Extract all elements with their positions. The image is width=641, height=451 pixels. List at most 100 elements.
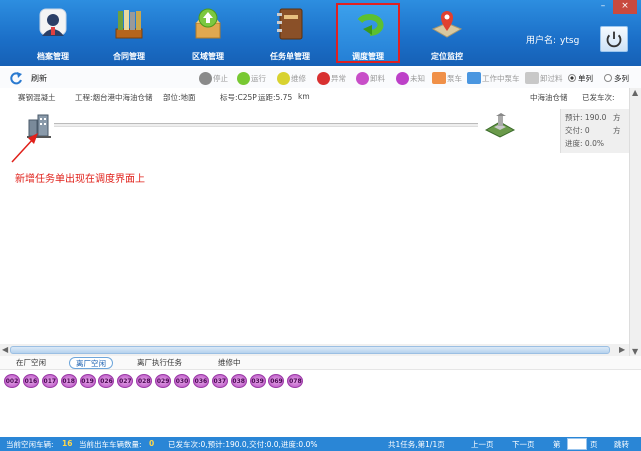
scrollbar-thumb[interactable] bbox=[10, 346, 610, 354]
annotation-arrow-icon bbox=[11, 133, 38, 163]
vehicle-badge[interactable]: 018 bbox=[60, 374, 77, 388]
nav-item-task[interactable]: 任务单管理 bbox=[258, 3, 322, 63]
power-icon bbox=[606, 31, 622, 48]
jump-button[interactable]: 跳转 bbox=[614, 439, 629, 450]
nav-item-dispatch[interactable]: 调度管理 bbox=[336, 3, 400, 63]
nav-label: 定位监控 bbox=[431, 52, 463, 61]
refresh-icon[interactable] bbox=[9, 71, 23, 85]
window-controls: – × bbox=[593, 0, 637, 14]
vehicle-badge[interactable]: 039 bbox=[249, 374, 266, 388]
legend-label: 工作中泵车 bbox=[482, 73, 520, 83]
plan-value: 190.0 bbox=[584, 113, 607, 122]
task-site: 中海油仓储 bbox=[530, 93, 568, 102]
legend-square bbox=[432, 72, 446, 84]
prev-page-button[interactable]: 上一页 bbox=[471, 439, 494, 450]
legend-label: 卸过料 bbox=[540, 73, 563, 83]
legend-dot bbox=[356, 71, 369, 85]
legend-unknown: 未知 bbox=[396, 71, 425, 85]
delivered-unit: 方 bbox=[613, 126, 621, 135]
nav-label: 档案管理 bbox=[37, 52, 69, 61]
vehicle-badge[interactable]: 078 bbox=[287, 374, 304, 388]
vehicle-badge[interactable]: 002 bbox=[4, 374, 20, 388]
nav-item-area[interactable]: 区域管理 bbox=[176, 3, 240, 63]
nav-label: 调度管理 bbox=[352, 52, 384, 61]
user-info: 用户名: ytsg bbox=[526, 33, 579, 46]
task-row[interactable]: 预计: 190.0 方 交付: 0 方 进度: 0.0% bbox=[0, 104, 632, 153]
next-page-button[interactable]: 下一页 bbox=[512, 439, 535, 450]
page-info: 共1任务,第1/1页 bbox=[388, 440, 445, 449]
nav-item-archive[interactable]: 档案管理 bbox=[21, 3, 85, 63]
progress-row: 进度: 0.0% bbox=[565, 137, 628, 150]
green-circular-arrow-icon bbox=[357, 14, 384, 36]
vertical-scrollbar[interactable]: ▲ ▼ bbox=[629, 88, 641, 356]
legend-working-pump: 工作中泵车 bbox=[467, 71, 520, 85]
vehicle-badge[interactable]: 029 bbox=[155, 374, 172, 388]
view-multi-radio[interactable]: 多列 bbox=[604, 71, 629, 85]
idle-vehicles-label: 当前空闲车辆: bbox=[6, 440, 54, 449]
vehicle-badge[interactable]: 017 bbox=[41, 374, 58, 388]
legend-dot bbox=[237, 71, 250, 85]
legend-repair: 维修 bbox=[277, 71, 306, 85]
username-label: 用户名: bbox=[526, 36, 557, 46]
horizontal-scrollbar[interactable]: ◀ ▶ bbox=[0, 344, 629, 356]
legend-square bbox=[525, 72, 539, 84]
nav-item-contract[interactable]: 合同管理 bbox=[97, 3, 161, 63]
vehicle-badge[interactable]: 026 bbox=[98, 374, 115, 388]
scroll-down-icon[interactable]: ▼ bbox=[632, 347, 638, 356]
task-company: 赛钢混凝土 bbox=[18, 93, 56, 102]
vehicle-badge[interactable]: 019 bbox=[79, 374, 96, 388]
legend-running: 运行 bbox=[237, 71, 266, 85]
vehicle-badge[interactable]: 027 bbox=[117, 374, 134, 388]
progress-value: 0.0% bbox=[584, 139, 604, 148]
page-number-input[interactable] bbox=[567, 438, 587, 450]
tab-repair[interactable]: 维修中 bbox=[212, 357, 247, 369]
logout-button[interactable] bbox=[600, 26, 628, 52]
archive-user-icon bbox=[39, 8, 67, 36]
progress-label: 进度: bbox=[565, 139, 583, 148]
page-suffix: 页 bbox=[590, 440, 598, 449]
box-upload-icon bbox=[195, 8, 221, 39]
vehicle-badge[interactable]: 069 bbox=[268, 374, 285, 388]
legend-label: 泵车 bbox=[447, 73, 462, 83]
books-icon bbox=[115, 10, 143, 39]
tab-out-plant-idle[interactable]: 离厂空闲 bbox=[69, 357, 113, 369]
task-distance: 运距:5.75 bbox=[258, 93, 293, 102]
tab-in-plant-idle[interactable]: 在厂空闲 bbox=[10, 357, 52, 369]
annotation-text: 新增任务单出现在调度界面上 bbox=[15, 174, 145, 185]
radio-label: 单列 bbox=[578, 73, 593, 83]
vehicle-badge[interactable]: 038 bbox=[230, 374, 247, 388]
task-stats-panel: 预计: 190.0 方 交付: 0 方 进度: 0.0% bbox=[560, 109, 632, 153]
legend-dot bbox=[199, 71, 212, 85]
vehicle-badge[interactable]: 037 bbox=[211, 374, 228, 388]
legend-label: 卸料 bbox=[370, 73, 385, 83]
close-button[interactable]: × bbox=[613, 0, 637, 14]
scroll-right-icon[interactable]: ▶ bbox=[619, 345, 625, 354]
refresh-button[interactable]: 刷新 bbox=[31, 73, 47, 84]
legend-label: 运行 bbox=[251, 73, 266, 83]
plan-label: 预计: bbox=[565, 113, 583, 122]
nav-label: 任务单管理 bbox=[270, 52, 310, 61]
legend-stop: 停止 bbox=[199, 71, 228, 85]
legend-square bbox=[467, 72, 481, 84]
minimize-button[interactable]: – bbox=[593, 0, 613, 14]
scroll-left-icon[interactable]: ◀ bbox=[2, 345, 8, 354]
vehicle-badge[interactable]: 016 bbox=[22, 374, 39, 388]
legend-label: 维修 bbox=[291, 73, 306, 83]
dispatch-toolbar: 刷新 停止 运行 维修 异常 卸料 未知 泵车 工作中泵车 卸过料 单列 多列 bbox=[0, 68, 641, 88]
out-vehicles-label: 当前出车车辆数量: bbox=[79, 440, 142, 449]
nav-item-location[interactable]: 定位监控 bbox=[415, 3, 479, 63]
task-header: 赛钢混凝土 工程:烟台港中海油仓储 部位:地面 标号:C25P 运距:5.75 … bbox=[0, 90, 641, 102]
nav-label: 区域管理 bbox=[192, 52, 224, 61]
tab-out-plant-task[interactable]: 离厂执行任务 bbox=[131, 357, 188, 369]
vehicle-list: 002 016 017 018 019 026 027 028 029 030 … bbox=[4, 374, 306, 388]
vehicle-badge[interactable]: 030 bbox=[174, 374, 191, 388]
legend-unloading: 卸料 bbox=[356, 71, 385, 85]
delivered-row: 交付: 0 方 bbox=[565, 124, 628, 137]
dispatch-summary: 已发车次:0,预计:190.0,交付:0.0,进度:0.0% bbox=[168, 440, 318, 449]
view-single-radio[interactable]: 单列 bbox=[568, 71, 593, 85]
legend-dot bbox=[317, 71, 330, 85]
task-dispatched: 已发车次: bbox=[582, 93, 615, 102]
vehicle-badge[interactable]: 036 bbox=[192, 374, 209, 388]
scroll-up-icon[interactable]: ▲ bbox=[632, 88, 638, 97]
vehicle-badge[interactable]: 028 bbox=[136, 374, 153, 388]
